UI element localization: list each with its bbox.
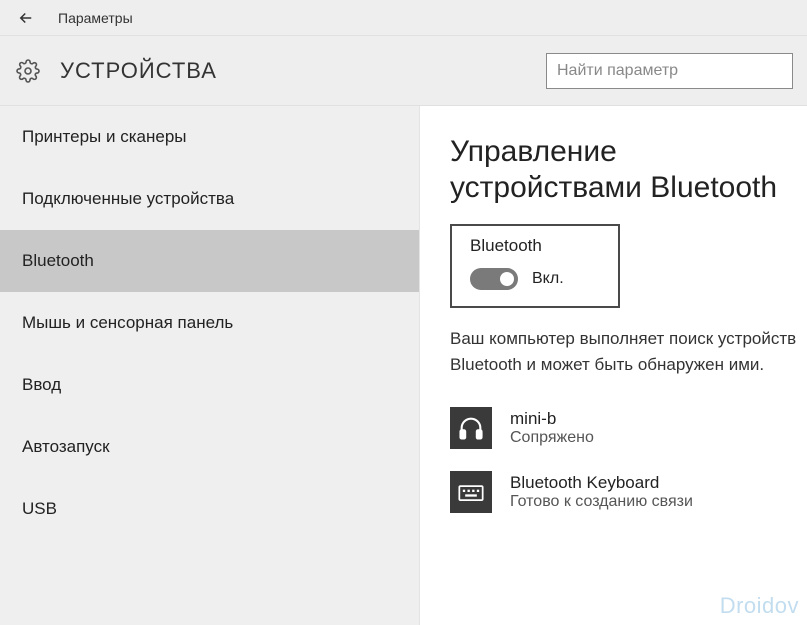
headset-icon	[450, 407, 492, 449]
back-arrow-icon	[17, 9, 35, 27]
sidebar-item-label: Ввод	[22, 375, 61, 395]
device-status: Сопряжено	[510, 429, 594, 447]
sidebar-item-bluetooth[interactable]: Bluetooth	[0, 230, 419, 292]
sidebar-item-label: Bluetooth	[22, 251, 94, 271]
sidebar: Принтеры и сканеры Подключенные устройст…	[0, 106, 420, 625]
bluetooth-toggle-state: Вкл.	[532, 270, 564, 288]
sidebar-item-label: Подключенные устройства	[22, 189, 234, 209]
content-area: Управление устройствами Bluetooth Blueto…	[420, 106, 807, 625]
sidebar-item-label: Принтеры и сканеры	[22, 127, 187, 147]
toggle-knob	[500, 272, 514, 286]
window-title: Параметры	[58, 10, 133, 26]
device-name: Bluetooth Keyboard	[510, 473, 693, 493]
page-header: УСТРОЙСТВА	[0, 36, 807, 106]
titlebar: Параметры	[0, 0, 807, 36]
page-title: УСТРОЙСТВА	[60, 58, 546, 84]
bluetooth-toggle-frame: Bluetooth Вкл.	[450, 224, 620, 308]
sidebar-item-label: USB	[22, 499, 57, 519]
sidebar-item-connected-devices[interactable]: Подключенные устройства	[0, 168, 419, 230]
device-item[interactable]: Bluetooth Keyboard Готово к созданию свя…	[450, 471, 807, 513]
sidebar-item-printers[interactable]: Принтеры и сканеры	[0, 106, 419, 168]
sidebar-item-autoplay[interactable]: Автозапуск	[0, 416, 419, 478]
sidebar-item-mouse-touchpad[interactable]: Мышь и сенсорная панель	[0, 292, 419, 354]
gear-icon	[14, 57, 42, 85]
bluetooth-status-text: Ваш компьютер выполняет поиск устройств …	[450, 326, 807, 377]
sidebar-item-label: Мышь и сенсорная панель	[22, 313, 233, 333]
search-input[interactable]	[546, 53, 793, 89]
device-item[interactable]: mini-b Сопряжено	[450, 407, 807, 449]
sidebar-item-typing[interactable]: Ввод	[0, 354, 419, 416]
watermark: Droidov	[720, 593, 799, 619]
device-name: mini-b	[510, 409, 594, 429]
device-status: Готово к созданию связи	[510, 493, 693, 511]
content-title: Управление устройствами Bluetooth	[450, 134, 807, 206]
bluetooth-toggle-label: Bluetooth	[470, 236, 600, 256]
sidebar-item-usb[interactable]: USB	[0, 478, 419, 540]
bluetooth-toggle[interactable]	[470, 268, 518, 290]
keyboard-icon	[450, 471, 492, 513]
back-button[interactable]	[12, 4, 40, 32]
sidebar-item-label: Автозапуск	[22, 437, 110, 457]
